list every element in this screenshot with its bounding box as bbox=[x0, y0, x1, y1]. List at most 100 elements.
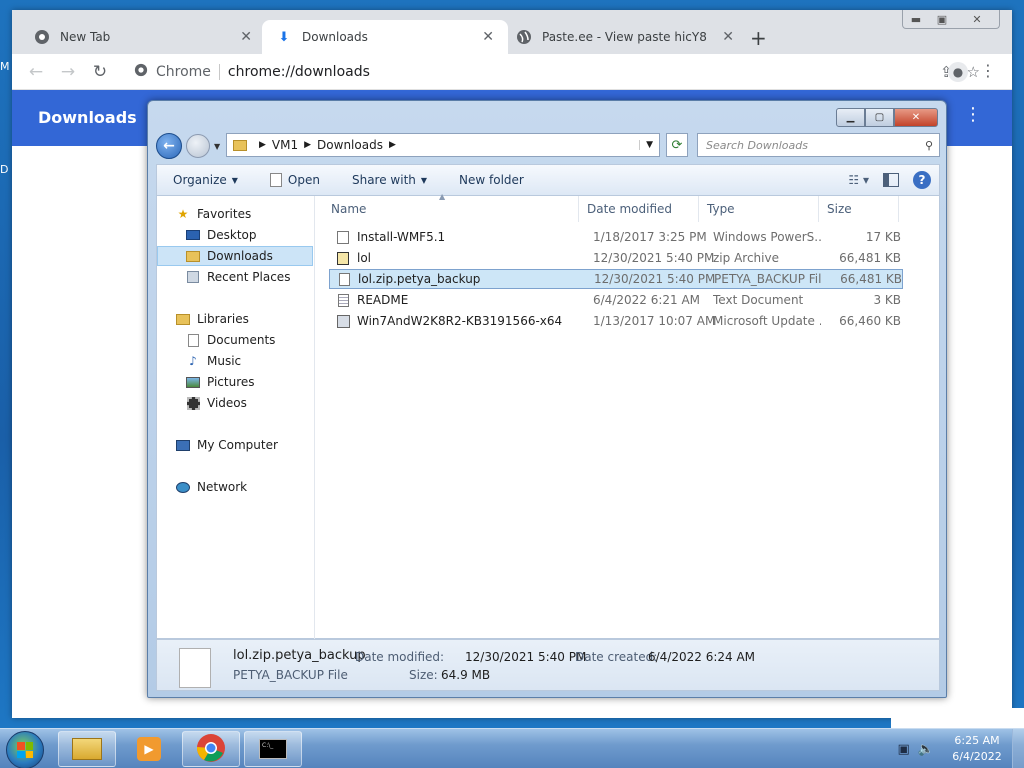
forward-arrow-icon[interactable]: → bbox=[52, 62, 84, 82]
search-icon[interactable]: ⚲ bbox=[925, 139, 939, 152]
details-size-value: 64.9 MB bbox=[441, 668, 491, 682]
explorer-navigation-bar: ← ▼ ▶ VM1 ▶ Downloads ▶ ▼ ⟳ Search Downl… bbox=[156, 133, 940, 159]
show-desktop-button[interactable] bbox=[1012, 729, 1024, 768]
refresh-icon[interactable]: ⟳ bbox=[666, 133, 688, 157]
back-arrow-icon[interactable]: ← bbox=[20, 62, 52, 82]
omnibox[interactable]: Chrome chrome://downloads ⇪ ☆ bbox=[124, 58, 984, 86]
file-date: 6/4/2022 6:21 AM bbox=[593, 293, 701, 307]
text-document-icon bbox=[335, 293, 351, 307]
url-text: chrome://downloads bbox=[227, 64, 370, 80]
minimize-icon[interactable]: ▁ bbox=[836, 108, 865, 127]
search-input[interactable]: Search Downloads ⚲ bbox=[697, 133, 940, 157]
breadcrumb-item[interactable]: VM1 bbox=[272, 138, 298, 152]
divider bbox=[218, 64, 220, 80]
minimize-icon[interactable]: ▬ bbox=[903, 10, 929, 28]
file-row[interactable]: README 6/4/2022 6:21 AM Text Document 3 … bbox=[329, 290, 903, 310]
file-row[interactable]: Install-WMF5.1 1/18/2017 3:25 PM Windows… bbox=[329, 227, 903, 247]
clock[interactable]: 6:25 AM 6/4/2022 bbox=[942, 733, 1012, 765]
taskbar-cmd-button[interactable]: C:\_ bbox=[244, 731, 302, 767]
chevron-right-icon[interactable]: ▶ bbox=[389, 140, 396, 150]
nav-item-music[interactable]: ♪ Music bbox=[185, 351, 241, 371]
blank-file-icon bbox=[336, 272, 352, 286]
taskbar-explorer-button[interactable] bbox=[58, 731, 116, 767]
file-type: zip Archive bbox=[713, 251, 779, 265]
taskbar: ▶ C:\_ ▣ 🔈 6:25 AM 6/4/2022 bbox=[0, 728, 1024, 768]
forward-arrow-icon[interactable] bbox=[186, 134, 210, 158]
nav-item-network[interactable]: Network bbox=[175, 477, 247, 497]
column-header-size[interactable]: Size bbox=[819, 196, 899, 222]
nav-item-desktop[interactable]: Desktop bbox=[185, 225, 257, 245]
speaker-icon[interactable]: 🔈 bbox=[918, 742, 934, 757]
new-folder-button[interactable]: New folder bbox=[443, 173, 540, 187]
open-button[interactable]: Open bbox=[254, 173, 336, 187]
reload-icon[interactable]: ↻ bbox=[84, 62, 116, 82]
navigation-pane: ★ Favorites Desktop Downloads Recent Plac… bbox=[157, 196, 315, 639]
open-label: Open bbox=[287, 173, 320, 187]
taskbar-chrome-button[interactable] bbox=[182, 731, 240, 767]
file-row[interactable]: lol 12/30/2021 5:40 PM zip Archive 66,48… bbox=[329, 248, 903, 268]
menu-kebab-icon[interactable]: ⋮ bbox=[980, 61, 996, 80]
nav-item-my-computer[interactable]: My Computer bbox=[175, 435, 278, 455]
close-tab-icon[interactable]: ✕ bbox=[722, 29, 734, 45]
nav-item-label: Recent Places bbox=[207, 270, 291, 284]
column-header-label: Type bbox=[707, 202, 735, 216]
breadcrumb-item[interactable]: Downloads bbox=[317, 138, 383, 152]
share-with-button[interactable]: Share with ▼ bbox=[336, 173, 443, 187]
details-created-label: Date created: bbox=[575, 650, 658, 664]
nav-item-label: Desktop bbox=[207, 228, 257, 242]
address-bar[interactable]: ▶ VM1 ▶ Downloads ▶ ▼ bbox=[226, 133, 660, 157]
preview-pane-icon[interactable] bbox=[883, 173, 899, 187]
network-icon[interactable]: ▣ bbox=[898, 742, 910, 757]
file-size: 17 KB bbox=[865, 230, 901, 244]
profile-icon[interactable]: ● bbox=[948, 62, 968, 82]
nav-item-recent-places[interactable]: Recent Places bbox=[185, 267, 290, 287]
maximize-icon[interactable]: ▢ bbox=[865, 108, 894, 127]
close-icon[interactable]: ✕ bbox=[955, 10, 999, 28]
close-tab-icon[interactable]: ✕ bbox=[482, 29, 494, 45]
column-header-date[interactable]: Date modified bbox=[579, 196, 699, 222]
nav-item-downloads[interactable]: Downloads bbox=[157, 246, 313, 266]
tab-paste-ee[interactable]: Paste.ee - View paste hicY8 ✕ bbox=[502, 20, 748, 54]
more-options-icon[interactable]: ⋮ bbox=[964, 104, 982, 125]
organize-button[interactable]: Organize ▼ bbox=[157, 173, 254, 187]
media-player-icon: ▶ bbox=[137, 737, 161, 761]
star-icon: ★ bbox=[177, 207, 189, 221]
nav-item-videos[interactable]: Videos bbox=[185, 393, 247, 413]
recent-pages-dropdown-icon[interactable]: ▼ bbox=[214, 142, 220, 151]
close-tab-icon[interactable]: ✕ bbox=[240, 29, 252, 45]
back-arrow-icon[interactable]: ← bbox=[156, 133, 182, 159]
page-icon bbox=[269, 173, 282, 187]
tab-downloads[interactable]: ⬇ Downloads ✕ bbox=[262, 20, 508, 54]
taskbar-media-player-button[interactable]: ▶ bbox=[120, 731, 178, 767]
new-tab-icon[interactable]: + bbox=[750, 26, 767, 50]
star-icon[interactable]: ☆ bbox=[967, 63, 980, 81]
file-type: Windows PowerS... bbox=[713, 230, 821, 244]
close-icon[interactable]: ✕ bbox=[894, 108, 938, 127]
explorer-body: ★ Favorites Desktop Downloads Recent Plac… bbox=[156, 192, 941, 639]
music-icon: ♪ bbox=[189, 354, 197, 368]
tab-new-tab[interactable]: New Tab ✕ bbox=[20, 20, 266, 54]
column-header-name[interactable]: Name ▲ bbox=[323, 192, 579, 222]
chevron-right-icon[interactable]: ▶ bbox=[304, 140, 311, 150]
zip-archive-icon bbox=[335, 251, 351, 265]
file-list: Name ▲ Date modified Type Size Install-WM… bbox=[315, 192, 941, 639]
file-row[interactable]: Win7AndW2K8R2-KB3191566-x64 1/13/2017 10… bbox=[329, 311, 903, 331]
help-icon[interactable]: ? bbox=[913, 171, 931, 189]
nav-item-favorites[interactable]: ★ Favorites bbox=[175, 204, 252, 224]
file-size: 3 KB bbox=[873, 293, 901, 307]
chevron-right-icon[interactable]: ▶ bbox=[259, 140, 266, 150]
start-button[interactable] bbox=[6, 731, 44, 768]
file-row[interactable]: lol.zip.petya_backup 12/30/2021 5:40 PM … bbox=[329, 269, 903, 289]
tab-label: Paste.ee - View paste hicY8 bbox=[542, 30, 707, 44]
nav-item-libraries[interactable]: Libraries bbox=[175, 309, 249, 329]
view-options-icon[interactable]: ☷ ▾ bbox=[848, 173, 869, 187]
column-header-type[interactable]: Type bbox=[699, 196, 819, 222]
sort-ascending-icon: ▲ bbox=[439, 192, 446, 201]
explorer-window: ▁ ▢ ✕ ← ▼ ▶ VM1 ▶ Downloads ▶ ▼ ⟳ Search… bbox=[147, 100, 947, 698]
nav-item-pictures[interactable]: Pictures bbox=[185, 372, 255, 392]
nav-item-documents[interactable]: Documents bbox=[185, 330, 275, 350]
powershell-script-icon bbox=[335, 230, 351, 244]
maximize-icon[interactable]: ▣ bbox=[929, 10, 955, 28]
file-type: Text Document bbox=[713, 293, 804, 307]
chevron-down-icon[interactable]: ▼ bbox=[639, 140, 659, 150]
